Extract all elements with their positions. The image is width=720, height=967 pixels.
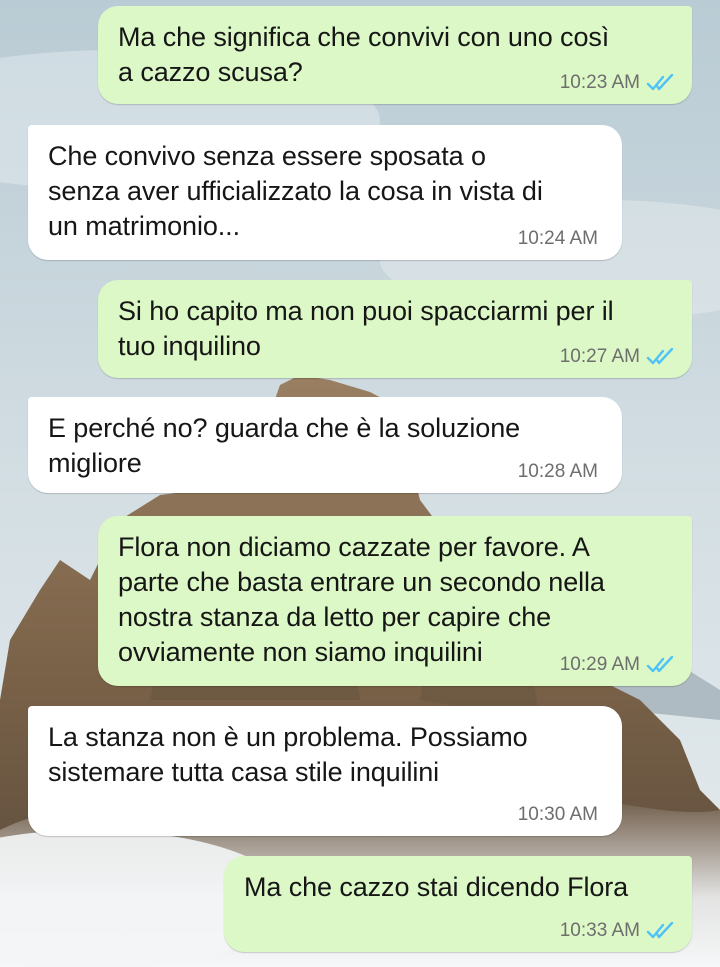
message-meta: 10:23 AM — [560, 72, 676, 94]
read-receipt-icon — [646, 74, 674, 91]
outgoing-message[interactable]: Ma che cazzo stai dicendo Flora 10:33 AM — [224, 856, 692, 952]
incoming-message[interactable]: La stanza non è un problema. Possiamo si… — [28, 706, 622, 836]
message-text: La stanza non è un problema. Possiamo si… — [48, 722, 528, 787]
message-timestamp: 10:23 AM — [559, 72, 640, 93]
read-receipt-icon — [646, 922, 674, 939]
message-meta: 10:27 AM — [560, 346, 676, 368]
message-timestamp: 10:33 AM — [559, 920, 640, 941]
incoming-message[interactable]: E perché no? guarda che è la soluzione m… — [28, 397, 622, 493]
message-text: Flora non diciamo cazzate per favore. A … — [118, 532, 605, 667]
message-meta: 10:30 AM — [518, 804, 598, 826]
message-timestamp: 10:27 AM — [559, 346, 640, 367]
read-receipt-icon — [646, 656, 674, 673]
outgoing-message[interactable]: Si ho capito ma non puoi spacciarmi per … — [98, 280, 692, 378]
message-timestamp: 10:29 AM — [559, 654, 640, 675]
message-meta: 10:33 AM — [560, 920, 676, 942]
chat-thread: Ma che significa che convivi con uno cos… — [0, 0, 720, 967]
message-meta: 10:29 AM — [560, 654, 676, 676]
message-meta: 10:28 AM — [518, 461, 598, 483]
outgoing-message[interactable]: Ma che significa che convivi con uno cos… — [98, 6, 692, 104]
message-timestamp: 10:28 AM — [517, 461, 598, 482]
outgoing-message[interactable]: Flora non diciamo cazzate per favore. A … — [98, 516, 692, 686]
message-text: Ma che cazzo stai dicendo Flora — [244, 872, 629, 902]
message-meta: 10:24 AM — [518, 228, 598, 250]
message-timestamp: 10:24 AM — [517, 228, 598, 249]
incoming-message[interactable]: Che convivo senza essere sposata o senza… — [28, 125, 622, 260]
read-receipt-icon — [646, 348, 674, 365]
message-timestamp: 10:30 AM — [517, 804, 598, 825]
